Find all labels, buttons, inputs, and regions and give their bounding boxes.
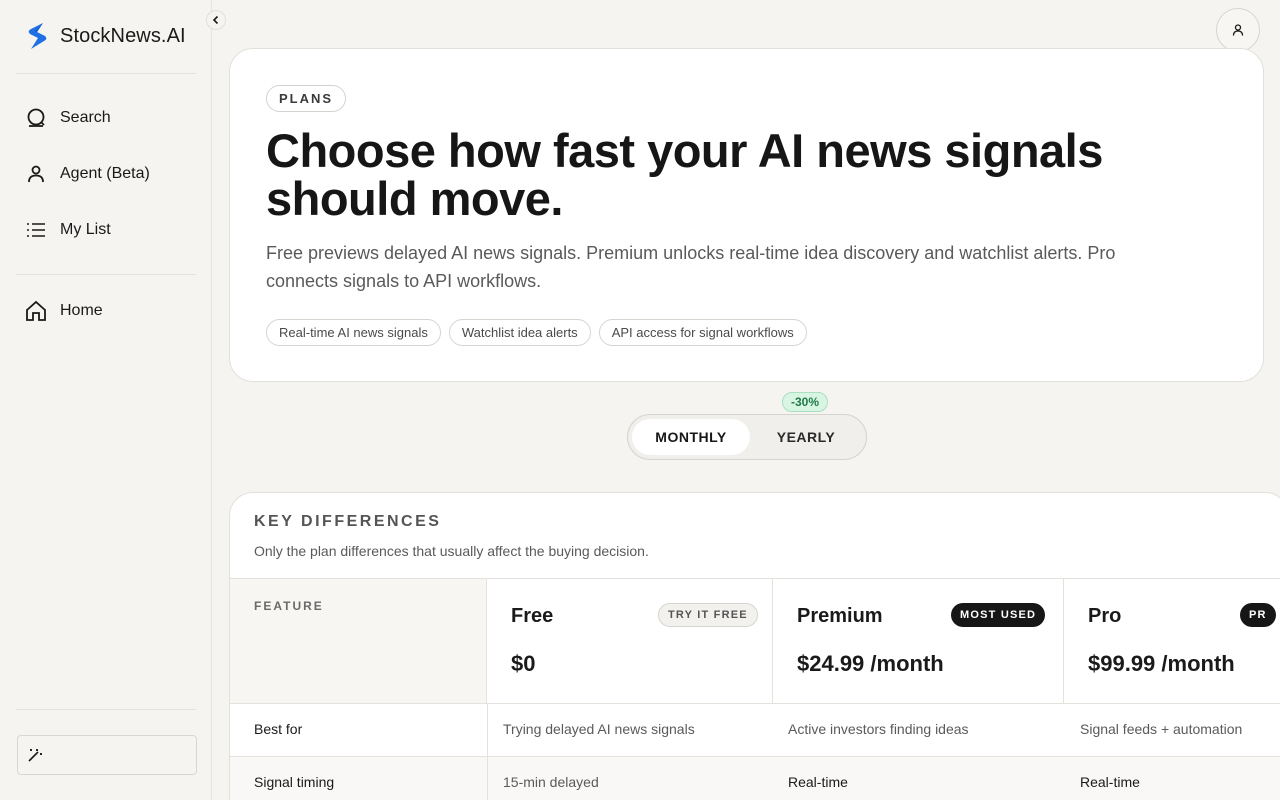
brand-name: StockNews.AI	[60, 24, 186, 47]
chevron-left-icon	[212, 15, 219, 25]
sidebar: StockNews.AI Search Agent (Beta) My List…	[0, 0, 212, 800]
user-icon	[28, 165, 44, 183]
yearly-discount-badge: -30%	[782, 392, 829, 412]
plans-hero: PLANS Choose how fast your AI news signa…	[229, 48, 1264, 382]
key-differences-card: KEY DIFFERENCES Only the plan difference…	[229, 492, 1280, 800]
billing-period-toggle: MONTHLY YEARLY	[627, 414, 867, 460]
sidebar-divider	[16, 274, 196, 275]
sidebar-item-search[interactable]: Search	[24, 106, 111, 130]
most-used-badge: MOST USED	[951, 603, 1046, 627]
feature-column-header: FEATURE	[230, 579, 487, 703]
plans-pill: PLANS	[266, 85, 347, 112]
sidebar-item-my-list[interactable]: My List	[24, 218, 111, 242]
magic-wand-icon	[28, 749, 42, 762]
pro-badge: PR	[1240, 603, 1276, 627]
yearly-toggle-button[interactable]: YEARLY	[750, 419, 862, 455]
user-icon	[1232, 24, 1244, 36]
plan-column-premium: Premium MOST USED $24.99 /month	[773, 579, 1064, 703]
plan-name: Free	[511, 605, 554, 627]
plan-price: $24.99 /month	[797, 651, 944, 676]
sidebar-divider	[16, 709, 196, 710]
column-divider	[487, 756, 488, 800]
table-cell: Active investors finding ideas	[788, 721, 969, 737]
collapse-sidebar-button[interactable]	[206, 10, 226, 30]
table-divider	[230, 703, 1280, 704]
sidebar-item-label: Agent (Beta)	[60, 165, 150, 182]
user-avatar-button[interactable]	[1216, 8, 1260, 52]
sidebar-divider	[16, 73, 196, 74]
section-title: KEY DIFFERENCES	[254, 513, 442, 530]
section-subtitle: Only the plan differences that usually a…	[254, 543, 649, 559]
feature-name: Best for	[254, 721, 303, 737]
plan-column-pro: Pro PR $99.99 /month	[1064, 579, 1280, 703]
feature-tag: API access for signal workflows	[598, 319, 807, 346]
sidebar-item-label: Home	[60, 302, 103, 319]
page-subtitle: Free previews delayed AI news signals. P…	[266, 243, 1116, 291]
home-icon	[26, 300, 46, 321]
feature-header-label: FEATURE	[254, 599, 324, 613]
table-cell: Real-time	[1080, 774, 1140, 790]
plan-price: $99.99 /month	[1088, 651, 1235, 676]
table-cell: Real-time	[788, 774, 848, 790]
plan-price: $0	[511, 651, 536, 676]
page-title: Choose how fast your AI news signals sho…	[266, 124, 1103, 225]
search-icon	[27, 108, 45, 127]
feature-tags: Real-time AI news signals Watchlist idea…	[266, 319, 807, 346]
plan-name: Pro	[1088, 605, 1122, 627]
magic-input[interactable]	[17, 735, 197, 775]
sidebar-item-agent[interactable]: Agent (Beta)	[24, 162, 150, 186]
sidebar-item-label: Search	[60, 109, 111, 126]
sidebar-item-home[interactable]: Home	[24, 299, 103, 323]
table-cell: Trying delayed AI news signals	[503, 721, 695, 737]
monthly-toggle-button[interactable]: MONTHLY	[632, 419, 750, 455]
feature-tag: Real-time AI news signals	[266, 319, 441, 346]
plan-column-free: Free TRY IT FREE $0	[487, 579, 773, 703]
try-it-free-badge[interactable]: TRY IT FREE	[658, 603, 758, 627]
table-cell: 15-min delayed	[503, 774, 599, 790]
brand[interactable]: StockNews.AI	[24, 20, 186, 52]
list-icon	[27, 223, 45, 237]
feature-tag: Watchlist idea alerts	[448, 319, 591, 346]
stocknews-logo-icon	[28, 23, 47, 49]
feature-name: Signal timing	[254, 774, 335, 790]
table-cell: Signal feeds + automation	[1080, 721, 1243, 737]
sidebar-item-label: My List	[60, 221, 111, 238]
plan-name: Premium	[797, 605, 883, 627]
